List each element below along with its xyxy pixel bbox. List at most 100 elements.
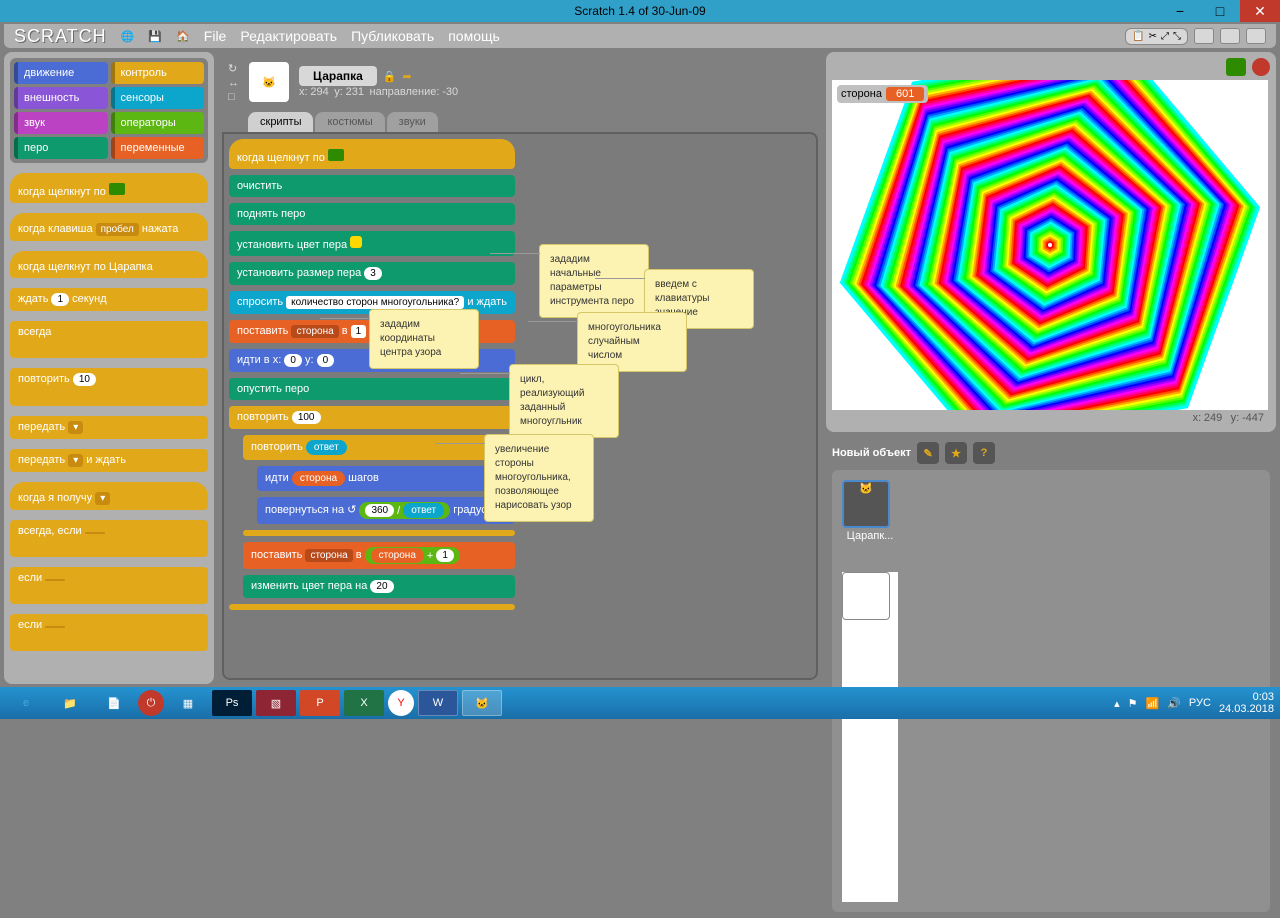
stage[interactable]: сторона 601 (832, 80, 1268, 410)
globe-icon[interactable]: 🌐 (121, 30, 135, 43)
sprite-item-stage[interactable]: Сцена (842, 572, 898, 902)
tray-net-icon[interactable]: 📶 (1146, 697, 1160, 710)
palette-forever-if[interactable]: всегда, если (10, 520, 208, 557)
menu-help[interactable]: помощь (448, 28, 500, 44)
tb-ie[interactable]: e (6, 690, 46, 716)
blk-set-var2[interactable]: поставить сторона в сторона + 1 (243, 542, 515, 569)
tray-lang[interactable]: РУС (1189, 697, 1211, 709)
menu-publish[interactable]: Публиковать (351, 28, 434, 44)
stage-var-monitor[interactable]: сторона 601 (837, 85, 928, 103)
cat-motion[interactable]: движение (14, 62, 108, 84)
comment-6[interactable]: увеличение стороны многоугольника, позво… (484, 434, 594, 522)
tb-explorer[interactable]: 📁 (50, 690, 90, 716)
blk-pen-down[interactable]: опустить перо (229, 378, 515, 400)
lock-icon[interactable]: 🔒 (383, 70, 397, 83)
tray-flag-icon[interactable]: ⚑ (1128, 697, 1138, 710)
blk-move[interactable]: идти сторона шагов (257, 466, 515, 491)
home-icon[interactable]: 🏠 (176, 30, 190, 43)
palette-broadcast-wait[interactable]: передать ▾ и ждать (10, 449, 208, 472)
palette-if[interactable]: если (10, 567, 208, 604)
sprite-header: ↻ ↔ □ 🐱 Царапка 🔒 ➦ x: 294 y: 231 направ… (218, 52, 822, 112)
export-icon[interactable]: ➦ (403, 70, 412, 83)
flip-icon[interactable]: ↔ (228, 77, 239, 89)
script-stack[interactable]: когда щелкнут по очистить поднять перо у… (229, 139, 515, 616)
script-canvas[interactable]: когда щелкнут по очистить поднять перо у… (222, 132, 818, 680)
sprite-name-field[interactable]: Царапка (299, 66, 377, 86)
palette-broadcast[interactable]: передать ▾ (10, 416, 208, 439)
palette-when-key[interactable]: когда клавиша пробел нажата (10, 213, 208, 241)
tb-yandex[interactable]: Y (388, 690, 414, 716)
tb-word[interactable]: 📄 (94, 690, 134, 716)
tb-scratch[interactable]: 🐱 (462, 690, 502, 716)
tb-power[interactable]: ⏻ (138, 690, 164, 716)
save-icon[interactable]: 💾 (148, 30, 162, 43)
view-small-button[interactable] (1194, 28, 1214, 44)
tb-app2[interactable]: ▧ (256, 690, 296, 716)
close-button[interactable]: ✕ (1240, 0, 1280, 22)
comment-5[interactable]: цикл, реализующий заданный многоугльник (509, 364, 619, 438)
cat-looks[interactable]: внешность (14, 87, 108, 109)
palette-when-flag[interactable]: когда щелкнут по (10, 173, 208, 203)
stop-button[interactable] (1252, 58, 1270, 76)
shrink-icon[interactable]: ⤡ (1173, 31, 1181, 42)
paint-sprite-button[interactable]: ✎ (917, 442, 939, 464)
tab-scripts[interactable]: скрипты (248, 112, 313, 132)
sprite-thumbnail: 🐱 (249, 62, 289, 102)
menu-edit[interactable]: Редактировать (240, 28, 337, 44)
blk-repeat-outer[interactable]: повторить 100 (229, 406, 515, 429)
blk-clear[interactable]: очистить (229, 175, 515, 197)
blk-change-pen-color[interactable]: изменить цвет пера на 20 (243, 575, 515, 598)
comment-4[interactable]: многоугольника случайным числом (577, 312, 687, 372)
rotate360-icon[interactable]: ↻ (228, 62, 239, 75)
palette-when-receive[interactable]: когда я получу ▾ (10, 482, 208, 510)
palette-wait[interactable]: ждать 1 секунд (10, 288, 208, 311)
tray-up-icon[interactable]: ▴ (1114, 697, 1120, 710)
sprite-item-tsarapka[interactable]: 🐱Царапк... (842, 480, 898, 542)
tb-excel[interactable]: X (344, 690, 384, 716)
tray-sound-icon[interactable]: 🔊 (1167, 697, 1181, 710)
palette-repeat[interactable]: повторить 10 (10, 368, 208, 406)
block-palette: движение контроль внешность сенсоры звук… (4, 52, 214, 684)
maximize-button[interactable]: □ (1200, 0, 1240, 22)
tab-costumes[interactable]: костюмы (315, 112, 384, 132)
tab-sounds[interactable]: звуки (387, 112, 438, 132)
random-sprite-button[interactable]: ? (973, 442, 995, 464)
blk-when-flag[interactable]: когда щелкнут по (229, 139, 515, 169)
stage-panel: сторона 601 x: 249 y: -447 (826, 52, 1276, 432)
stage-mouse-coords: x: 249 y: -447 (832, 410, 1270, 426)
tb-pp[interactable]: P (300, 690, 340, 716)
green-flag-button[interactable] (1226, 58, 1246, 76)
tb-ps[interactable]: Ps (212, 690, 252, 716)
copy-icon[interactable]: 📋 (1132, 31, 1144, 42)
blk-repeat-inner[interactable]: повторить ответ (243, 435, 515, 460)
view-med-button[interactable] (1220, 28, 1240, 44)
cut-icon[interactable]: ✂ (1149, 31, 1157, 42)
tb-word2[interactable]: W (418, 690, 458, 716)
titlebar: Scratch 1.4 of 30-Jun-09 − □ ✕ (0, 0, 1280, 22)
minimize-button[interactable]: − (1160, 0, 1200, 22)
grow-icon[interactable]: ⤢ (1161, 31, 1169, 42)
import-sprite-button[interactable]: ★ (945, 442, 967, 464)
menu-file[interactable]: File (204, 28, 227, 44)
palette-when-sprite[interactable]: когда щелкнут по Царапка (10, 251, 208, 278)
cat-control[interactable]: контроль (111, 62, 205, 84)
blk-set-pen-color[interactable]: установить цвет пера (229, 231, 515, 256)
blk-set-pen-size[interactable]: установить размер пера 3 (229, 262, 515, 285)
blk-repeat-inner-end[interactable] (243, 530, 515, 536)
blk-turn[interactable]: повернуться на ↺ 360 / ответ градусов (257, 497, 515, 524)
blk-repeat-outer-end[interactable] (229, 604, 515, 610)
cat-variables[interactable]: переменные (111, 137, 205, 159)
comment-1[interactable]: зададим начальные параметры инструмента … (539, 244, 649, 318)
tb-app1[interactable]: ▦ (168, 690, 208, 716)
cat-sensing[interactable]: сенсоры (111, 87, 205, 109)
norotate-icon[interactable]: □ (228, 91, 239, 103)
palette-if2[interactable]: если (10, 614, 208, 651)
view-full-button[interactable] (1246, 28, 1266, 44)
cat-sound[interactable]: звук (14, 112, 108, 134)
category-grid: движение контроль внешность сенсоры звук… (10, 58, 208, 163)
blk-pen-up[interactable]: поднять перо (229, 203, 515, 225)
palette-forever[interactable]: всегда (10, 321, 208, 358)
cat-operators[interactable]: операторы (111, 112, 205, 134)
cat-pen[interactable]: перо (14, 137, 108, 159)
comment-3[interactable]: зададим координаты центра узора (369, 309, 479, 369)
